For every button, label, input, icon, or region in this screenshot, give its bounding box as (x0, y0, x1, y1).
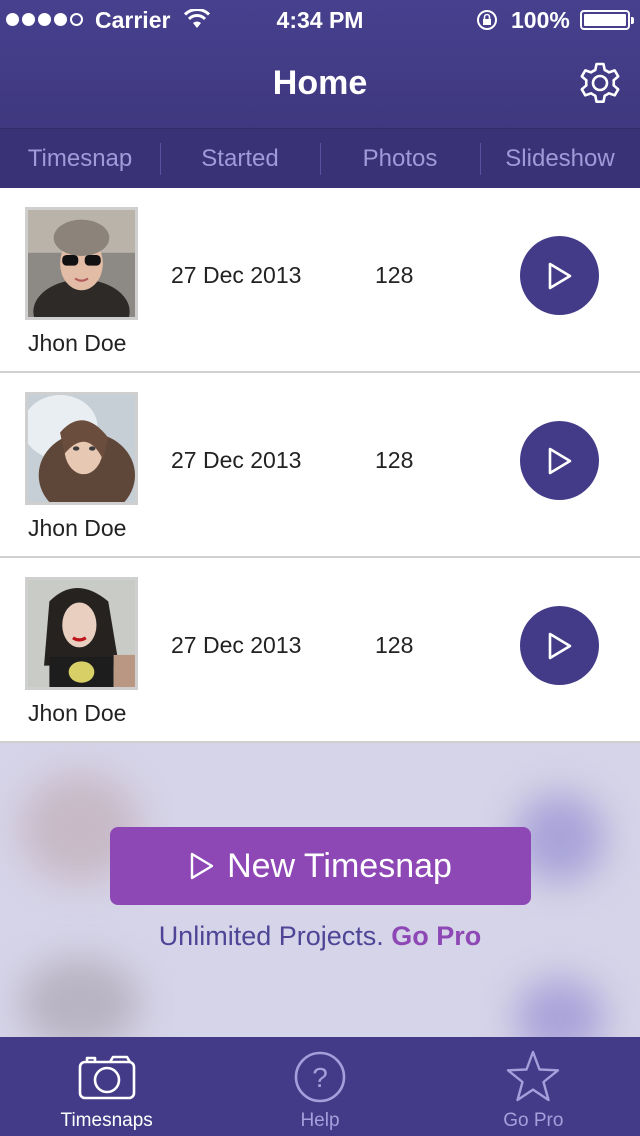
row-name: Jhon Doe (28, 700, 127, 726)
segment-slideshow[interactable]: Slideshow (480, 129, 640, 188)
camera-icon (78, 1055, 135, 1100)
list-item[interactable]: Jhon Doe 27 Dec 2013 128 (0, 558, 640, 743)
play-icon (548, 447, 571, 474)
promo-line: Unlimited Projects. Go Pro (0, 921, 640, 952)
play-icon (548, 262, 571, 289)
row-name: Jhon Doe (28, 330, 127, 356)
play-button[interactable] (520, 236, 599, 315)
segment-timesnap[interactable]: Timesnap (0, 129, 160, 188)
tab-help[interactable]: ? Help (213, 1037, 426, 1136)
tab-bar: Timesnaps ? Help Go Pro (0, 1037, 640, 1136)
tab-timesnaps[interactable]: Timesnaps (0, 1037, 213, 1136)
play-icon (190, 852, 214, 880)
gear-icon (580, 62, 620, 103)
avatar (25, 577, 138, 690)
play-button[interactable] (520, 606, 599, 685)
app-screen: Carrier 4:34 PM 100% Home Timesnap Start… (0, 0, 640, 1136)
promo-text: Unlimited Projects. (158, 921, 384, 951)
tab-go-pro[interactable]: Go Pro (427, 1037, 640, 1136)
row-count: 128 (375, 632, 414, 658)
battery-icon (580, 10, 634, 30)
new-timesnap-label: New Timesnap (227, 846, 452, 885)
header: Carrier 4:34 PM 100% Home (0, 0, 640, 128)
tab-label: Go Pro (503, 1110, 564, 1131)
blurred-background (515, 978, 605, 1037)
segment-photos[interactable]: Photos (320, 129, 480, 188)
page-title: Home (272, 64, 368, 102)
list-item[interactable]: Jhon Doe 27 Dec 2013 128 (0, 188, 640, 373)
help-icon: ? (294, 1051, 346, 1103)
row-count: 128 (375, 447, 414, 473)
row-name: Jhon Doe (28, 515, 127, 541)
new-timesnap-button[interactable]: New Timesnap (110, 827, 531, 905)
avatar (25, 392, 138, 505)
play-icon (548, 632, 571, 659)
segment-started[interactable]: Started (160, 129, 320, 188)
play-button[interactable] (520, 421, 599, 500)
row-date: 27 Dec 2013 (171, 262, 302, 288)
star-icon (507, 1050, 560, 1102)
list-item[interactable]: Jhon Doe 27 Dec 2013 128 (0, 373, 640, 558)
blurred-background (20, 958, 140, 1037)
avatar (25, 207, 138, 320)
row-date: 27 Dec 2013 (171, 632, 302, 658)
row-count: 128 (375, 262, 414, 288)
rotation-lock-icon (477, 10, 497, 30)
tab-label: Help (300, 1110, 340, 1131)
battery-percent: 100% (511, 7, 570, 33)
segment-bar: Timesnap Started Photos Slideshow (0, 128, 640, 188)
timesnap-list: Jhon Doe 27 Dec 2013 128 Jhon Doe 27 Dec… (0, 188, 640, 743)
svg-text:?: ? (312, 1062, 328, 1093)
go-pro-link[interactable]: Go Pro (391, 921, 481, 951)
row-date: 27 Dec 2013 (171, 447, 302, 473)
new-timesnap-overlay: New Timesnap Unlimited Projects. Go Pro (0, 743, 640, 1037)
tab-label: Timesnaps (60, 1110, 153, 1131)
status-bar: Carrier 4:34 PM 100% (0, 0, 640, 40)
settings-button[interactable] (575, 58, 625, 108)
